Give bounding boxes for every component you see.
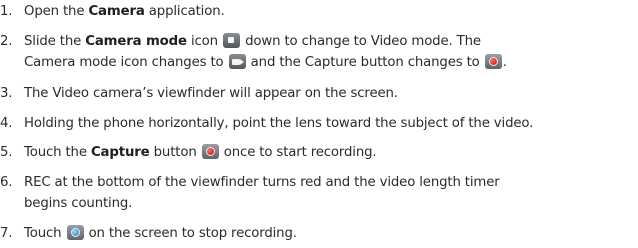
step-text: begins counting. <box>24 196 133 211</box>
step-text: . <box>502 55 507 70</box>
step-text: Slide the <box>24 34 86 49</box>
step-number: 5. <box>0 145 13 160</box>
step-text: REC at the bottom of the viewfinder turn… <box>24 175 500 190</box>
step-text: on the screen to stop recording. <box>84 226 297 241</box>
step-number: 2. <box>0 34 13 49</box>
step-number: 6. <box>0 175 13 190</box>
step-number: 1. <box>0 4 13 19</box>
stop-button-icon <box>66 225 84 240</box>
step-bold-text: Camera <box>88 4 145 19</box>
step-text: Holding the phone horizontally, point th… <box>24 116 534 131</box>
step-text: Open the <box>24 4 89 19</box>
step-2: 2. Slide the Camera mode icon down to cha… <box>0 32 636 51</box>
video-mode-icon <box>228 54 246 69</box>
step-text: application. <box>144 4 225 19</box>
step-6: 6. REC at the bottom of the viewfinder tu… <box>0 173 636 192</box>
step-7: 7. Touch on the screen to stop recording. <box>0 224 636 243</box>
step-text: Touch <box>24 226 66 241</box>
step-text: Camera mode icon changes to <box>24 55 228 70</box>
step-3: 3. The Video camera’s viewfinder will app… <box>0 84 636 103</box>
step-text: The Video camera’s viewfinder will appea… <box>24 86 398 101</box>
step-text: and the Capture button changes to <box>246 55 484 70</box>
step-number: 3. <box>0 86 13 101</box>
step-number: 7. <box>0 226 13 241</box>
step-text: icon <box>186 34 223 49</box>
step-text: button <box>149 145 201 160</box>
step-bold-text: Camera mode <box>85 34 187 49</box>
step-5: 5. Touch the Capture button once to start… <box>0 143 636 162</box>
camera-mode-icon <box>223 33 241 48</box>
step-bold-text: Capture <box>90 145 150 160</box>
record-button-icon <box>201 144 219 159</box>
step-4: 4. Holding the phone horizontally, point … <box>0 114 636 133</box>
step-1: 1. Open the Camera application. <box>0 2 636 21</box>
step-text: Touch the <box>24 145 91 160</box>
step-text: once to start recording. <box>219 145 377 160</box>
record-button-icon <box>484 54 502 69</box>
instruction-list: 1. Open the Camera application. 2. Slide t… <box>0 0 638 248</box>
step-number: 4. <box>0 116 13 131</box>
step-text: down to change to Video mode. The <box>241 34 481 49</box>
